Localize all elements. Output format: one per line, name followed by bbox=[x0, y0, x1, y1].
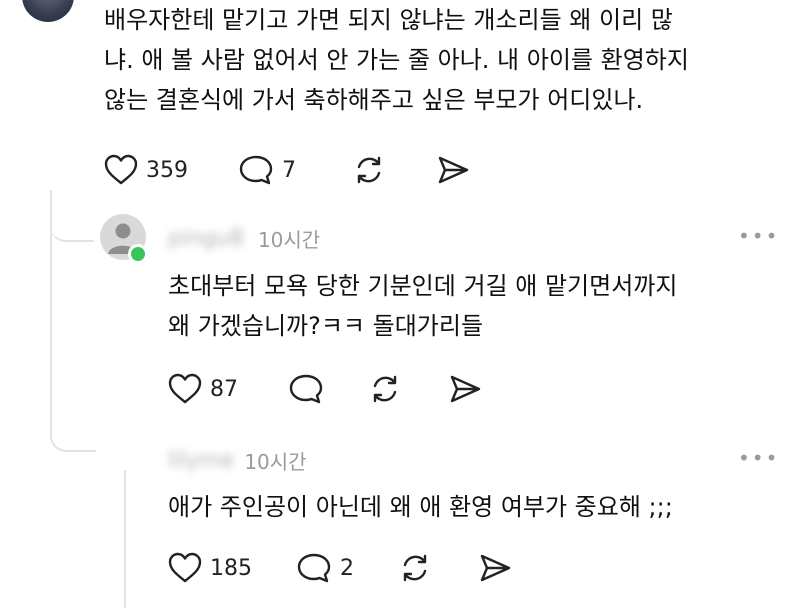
reply-count: 2 bbox=[340, 555, 354, 581]
like-button[interactable]: 359 bbox=[104, 154, 188, 186]
heart-icon bbox=[104, 154, 138, 185]
like-count: 185 bbox=[210, 555, 252, 581]
send-icon bbox=[450, 375, 481, 403]
comment-text-line: 냐. 애 볼 사람 없어서 안 가는 줄 아나. 내 아이를 환영하지 bbox=[104, 46, 689, 74]
reply-1-actions: 87 bbox=[168, 371, 482, 407]
timestamp: 10시간 bbox=[257, 227, 321, 252]
like-count: 359 bbox=[146, 157, 188, 183]
comment-text-line: 초대부터 모욕 당한 기분인데 거길 애 맡기면서까지 bbox=[168, 272, 678, 300]
reply-button[interactable]: 2 bbox=[296, 552, 354, 584]
reply-button[interactable]: 7 bbox=[238, 154, 296, 186]
heart-icon bbox=[168, 373, 202, 404]
comment-icon bbox=[297, 553, 331, 583]
avatar-reply-1[interactable] bbox=[100, 214, 152, 266]
online-indicator bbox=[128, 244, 148, 264]
like-button[interactable]: 185 bbox=[168, 552, 252, 584]
comment-icon bbox=[239, 155, 273, 185]
like-button[interactable]: 87 bbox=[168, 373, 238, 405]
repost-button[interactable] bbox=[368, 373, 402, 405]
repost-icon bbox=[357, 156, 381, 184]
heart-icon bbox=[168, 552, 202, 583]
repost-button[interactable] bbox=[398, 552, 432, 584]
repost-icon bbox=[373, 375, 397, 403]
reply-button[interactable] bbox=[288, 373, 324, 405]
reply-2-meta: lilyme 10시간 bbox=[168, 446, 307, 474]
like-count: 87 bbox=[210, 376, 238, 402]
comment-text-line: 왜 가겠습니까?ㅋㅋ 돌대가리들 bbox=[168, 312, 484, 340]
share-button[interactable] bbox=[478, 552, 512, 584]
comment-main-actions: 359 7 bbox=[104, 152, 470, 188]
send-icon bbox=[480, 554, 511, 582]
reply-2-body: 애가 주인공이 아닌데 왜 애 환영 여부가 중요해 ;;; bbox=[168, 487, 673, 527]
more-options-icon[interactable]: ••• bbox=[738, 224, 779, 248]
reply-1-body: 초대부터 모욕 당한 기분인데 거길 애 맡기면서까지 왜 가겠습니까?ㅋㅋ 돌… bbox=[168, 266, 677, 346]
comment-icon bbox=[289, 374, 323, 404]
timestamp: 10시간 bbox=[244, 449, 307, 474]
username[interactable]: lilyme bbox=[168, 448, 234, 473]
comment-main: 배우자한테 맡기고 가면 되지 않냐는 개소리들 왜 이리 많 냐. 애 볼 사… bbox=[104, 0, 689, 120]
more-options-icon[interactable]: ••• bbox=[738, 446, 779, 470]
thread-connector bbox=[50, 200, 94, 242]
share-button[interactable] bbox=[448, 373, 482, 405]
reply-count: 7 bbox=[282, 157, 296, 183]
send-icon bbox=[438, 156, 469, 184]
username[interactable]: pingu8 bbox=[168, 226, 244, 251]
comment-text-line: 않는 결혼식에 가서 축하해주고 싶은 부모가 어디있나. bbox=[104, 86, 644, 114]
comment-text-line: 배우자한테 맡기고 가면 되지 않냐는 개소리들 왜 이리 많 bbox=[104, 6, 673, 34]
comment-text-line: 애가 주인공이 아닌데 왜 애 환영 여부가 중요해 ;;; bbox=[168, 493, 673, 521]
repost-button[interactable] bbox=[352, 154, 386, 186]
reply-2-actions: 185 2 bbox=[168, 550, 512, 586]
avatar-main[interactable] bbox=[22, 0, 74, 22]
thread-line bbox=[124, 470, 126, 608]
thread-connector bbox=[50, 420, 96, 452]
repost-icon bbox=[403, 554, 427, 582]
share-button[interactable] bbox=[436, 154, 470, 186]
reply-1-meta: pingu8 10시간 bbox=[168, 224, 320, 252]
